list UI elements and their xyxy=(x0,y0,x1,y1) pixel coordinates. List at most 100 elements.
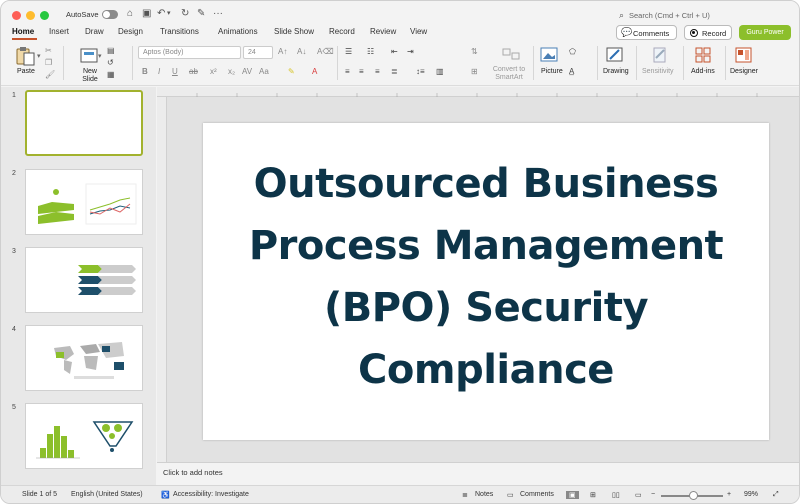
slide-canvas[interactable]: Outsourced Business Process Management (… xyxy=(203,123,769,440)
slide-show-icon[interactable]: ▭ xyxy=(635,491,642,499)
smartart-icon[interactable] xyxy=(501,46,521,62)
tab-transitions[interactable]: Transitions xyxy=(160,27,199,36)
numbering-icon[interactable]: ☷ xyxy=(367,47,374,56)
columns-icon[interactable]: ▥ xyxy=(436,67,444,76)
increase-font-icon[interactable]: A↑ xyxy=(278,47,287,56)
slide-title[interactable]: Outsourced Business Process Management (… xyxy=(203,153,769,401)
slide-thumbnail-4[interactable] xyxy=(25,325,143,391)
record-button[interactable]: Record xyxy=(684,25,732,40)
zoom-window-button[interactable] xyxy=(40,11,49,20)
layout-icon[interactable]: ▤ xyxy=(107,46,115,55)
align-text-icon[interactable]: ⊞ xyxy=(471,67,478,76)
tab-record[interactable]: Record xyxy=(329,27,355,36)
fit-slide-icon[interactable]: ⤢ xyxy=(773,491,779,499)
shapes-icon[interactable]: ⬠ xyxy=(569,47,576,56)
superscript-icon[interactable]: x² xyxy=(210,67,217,76)
reset-icon[interactable]: ↺ xyxy=(107,58,114,67)
notes-placeholder: Click to add notes xyxy=(163,468,223,477)
italic-icon[interactable]: I xyxy=(158,67,160,76)
record-icon xyxy=(690,29,698,37)
tab-draw[interactable]: Draw xyxy=(85,27,104,36)
more-icon[interactable]: ··· xyxy=(213,9,223,19)
slide-counter: Slide 1 of 5 xyxy=(22,491,58,498)
guru-power-button[interactable]: Guru Power xyxy=(739,25,791,40)
sensitivity-icon[interactable] xyxy=(651,46,671,64)
tab-animations[interactable]: Animations xyxy=(218,27,258,36)
tab-home[interactable]: Home xyxy=(12,27,34,36)
tab-insert[interactable]: Insert xyxy=(49,27,69,36)
zoom-slider-knob[interactable] xyxy=(689,491,698,500)
picture-icon[interactable] xyxy=(540,46,560,64)
bold-icon[interactable]: B xyxy=(142,67,148,76)
comments-status-icon[interactable]: ▭ xyxy=(507,491,514,499)
text-direction-icon[interactable]: ⇅ xyxy=(471,47,478,56)
slide-thumbnail-2[interactable] xyxy=(25,169,143,235)
align-right-icon[interactable]: ≡ xyxy=(375,67,380,76)
add-ins-icon[interactable] xyxy=(694,46,714,64)
decrease-indent-icon[interactable]: ⇤ xyxy=(391,47,398,56)
reading-view-icon[interactable]: ▯▯ xyxy=(612,491,620,499)
cut-icon[interactable]: ✂ xyxy=(45,46,52,55)
zoom-out-icon[interactable]: − xyxy=(651,491,655,498)
tab-design[interactable]: Design xyxy=(118,27,143,36)
slide-5-preview-graphic xyxy=(36,421,134,459)
underline-icon[interactable]: U xyxy=(172,67,178,76)
tab-slide-show[interactable]: Slide Show xyxy=(274,27,314,36)
highlight-icon[interactable]: ✎ xyxy=(288,67,295,76)
ribbon-separator xyxy=(132,46,133,80)
normal-view-icon[interactable]: ▣ xyxy=(566,491,579,499)
slide-sorter-icon[interactable]: ⊞ xyxy=(590,491,596,499)
paste-icon[interactable] xyxy=(15,46,37,66)
zoom-in-icon[interactable]: + xyxy=(727,491,731,498)
save-icon[interactable]: ▣ xyxy=(142,9,151,19)
slide-thumbnail-3[interactable] xyxy=(25,247,143,313)
align-center-icon[interactable]: ≡ xyxy=(359,67,364,76)
format-brush-icon[interactable]: 🖌 xyxy=(45,70,55,79)
line-spacing-icon[interactable]: ↕≡ xyxy=(416,67,425,76)
close-window-button[interactable] xyxy=(12,11,21,20)
strikethrough-icon[interactable]: ab xyxy=(189,67,198,76)
undo-icon[interactable]: ↶ xyxy=(157,9,165,19)
section-icon[interactable]: ▦ xyxy=(107,70,115,79)
minimize-window-button[interactable] xyxy=(26,11,35,20)
character-spacing-icon[interactable]: AV xyxy=(242,67,252,76)
accessibility-status[interactable]: Accessibility: Investigate xyxy=(173,491,249,498)
clear-formatting-icon[interactable]: A⌫ xyxy=(317,47,334,56)
autosave-toggle[interactable] xyxy=(102,10,118,19)
notes-pane[interactable]: Click to add notes xyxy=(157,462,799,485)
font-name-field[interactable]: Aptos (Body) xyxy=(138,46,241,59)
font-color-icon[interactable]: A xyxy=(312,67,317,76)
language-status[interactable]: English (United States) xyxy=(71,491,143,498)
redo-icon[interactable]: ↻ xyxy=(181,9,189,19)
comment-icon: 💬 xyxy=(621,27,633,37)
format-painter-icon[interactable]: ✎ xyxy=(197,9,205,19)
increase-indent-icon[interactable]: ⇥ xyxy=(407,47,414,56)
undo-dropdown-icon[interactable]: ▾ xyxy=(167,9,171,19)
search-icon: ⌕ xyxy=(619,10,625,20)
comments-button[interactable]: 💬 Comments xyxy=(616,25,677,40)
notes-icon[interactable]: ≣ xyxy=(462,491,468,499)
drawing-icon[interactable] xyxy=(605,46,625,64)
font-size-field[interactable]: 24 xyxy=(243,46,273,59)
copy-icon[interactable]: ❐ xyxy=(45,58,52,67)
tab-review[interactable]: Review xyxy=(370,27,396,36)
ribbon-home: ▾ Paste ✂ ❐ 🖌 ▾ New Slide ▤ ↺ ▦ Aptos (B… xyxy=(1,42,799,86)
search-input[interactable]: Search (Cmd + Ctrl + U) xyxy=(629,11,710,20)
home-icon[interactable]: ⌂ xyxy=(127,9,133,19)
tab-view[interactable]: View xyxy=(410,27,427,36)
paste-dropdown-icon[interactable]: ▾ xyxy=(37,52,41,60)
align-left-icon[interactable]: ≡ xyxy=(345,67,350,76)
subscript-icon[interactable]: x₂ xyxy=(228,67,235,76)
notes-toggle[interactable]: Notes xyxy=(475,491,493,498)
bullets-icon[interactable]: ☰ xyxy=(345,47,352,56)
comments-toggle[interactable]: Comments xyxy=(520,491,554,498)
slide-thumbnail-5[interactable] xyxy=(25,403,143,469)
justify-icon[interactable]: ≣ xyxy=(391,67,398,76)
designer-icon[interactable] xyxy=(734,46,754,64)
slide-thumbnail-1[interactable] xyxy=(25,90,143,156)
change-case-icon[interactable]: Aa xyxy=(259,67,269,76)
zoom-level[interactable]: 99% xyxy=(744,491,758,498)
text-box-icon[interactable]: A̲ xyxy=(569,67,574,76)
decrease-font-icon[interactable]: A↓ xyxy=(297,47,306,56)
new-slide-dropdown-icon[interactable]: ▾ xyxy=(98,52,102,60)
